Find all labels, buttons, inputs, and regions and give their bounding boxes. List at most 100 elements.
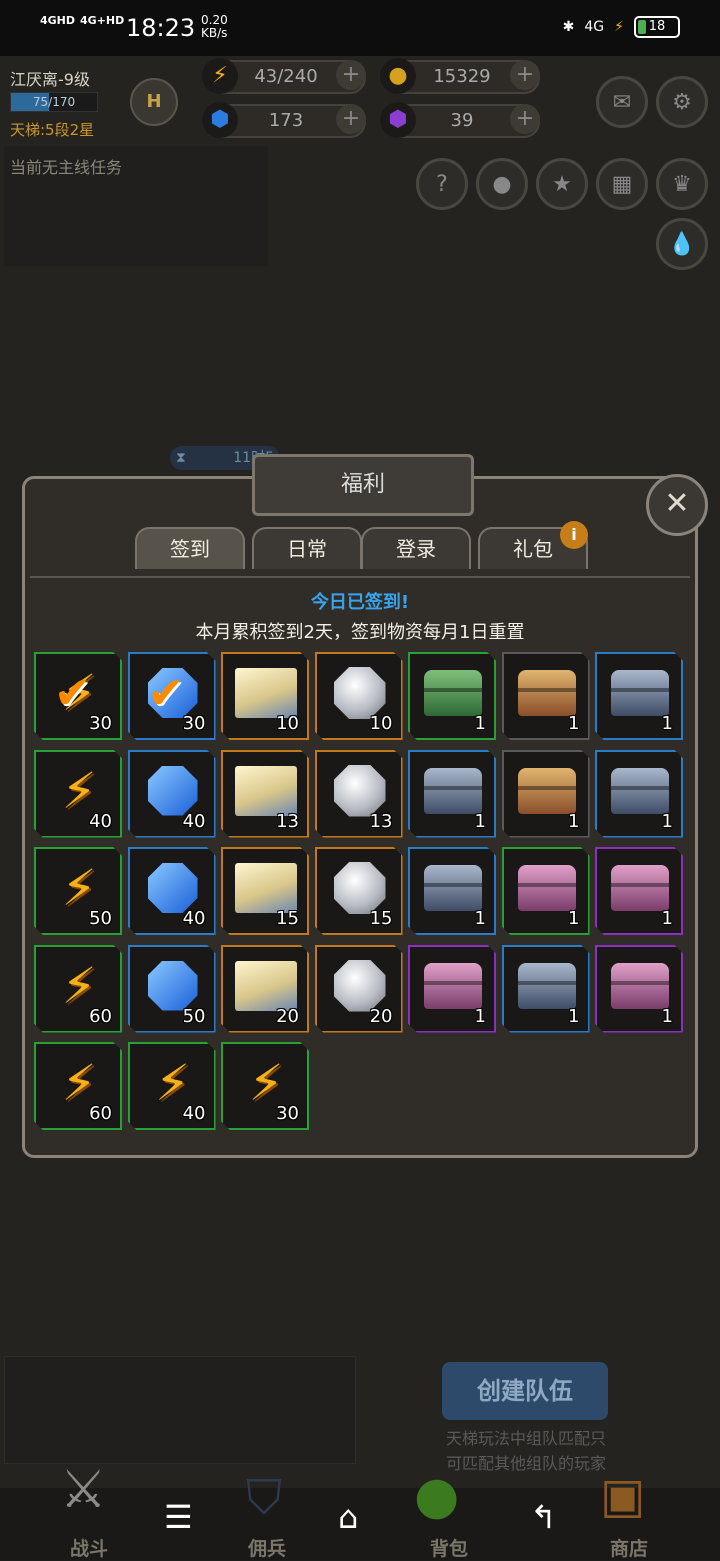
diamond-icon — [333, 764, 386, 817]
reward-quantity: 20 — [276, 1005, 299, 1027]
info-icon[interactable]: i — [560, 521, 588, 549]
chat-box[interactable] — [4, 1356, 356, 1464]
book-icon — [235, 668, 297, 718]
reward-cell[interactable]: 20 — [221, 944, 309, 1033]
chest-icon — [517, 670, 576, 716]
reward-cell[interactable]: 1 — [501, 847, 590, 935]
reward-cell[interactable]: 10 — [221, 652, 309, 740]
reward-cell[interactable]: 1 — [501, 749, 590, 838]
chest-icon — [517, 767, 576, 814]
add-energy-button[interactable]: + — [336, 60, 366, 90]
trophy-icon: ♛ — [672, 171, 692, 197]
reward-cell[interactable]: 40 — [127, 847, 216, 935]
purple-crystal-icon: ⬢ — [380, 102, 416, 138]
chest-icon — [611, 670, 669, 716]
reward-quantity: 1 — [661, 908, 673, 929]
reward-quantity: 50 — [182, 1005, 206, 1027]
gem-resource: ⬢ 173 + — [202, 102, 366, 138]
mail-button[interactable]: ✉ — [596, 76, 648, 128]
reward-quantity: 40 — [182, 1103, 206, 1124]
reward-cell[interactable]: 1 — [408, 944, 496, 1033]
profile-button[interactable]: ● — [476, 158, 528, 210]
reward-cell[interactable]: 1 — [408, 652, 496, 740]
mail-icon: ✉ — [612, 89, 632, 115]
calendar-button[interactable]: ▦ — [596, 158, 648, 210]
reward-cell[interactable]: 1 — [595, 847, 683, 935]
reward-quantity: 30 — [276, 1103, 299, 1124]
reward-cell[interactable]: 1 — [501, 944, 590, 1033]
trophy-button[interactable]: ♛ — [656, 158, 708, 210]
reward-quantity: 1 — [474, 810, 486, 832]
nav-backpack[interactable]: 背包 — [430, 1534, 468, 1561]
chest-icon — [517, 962, 576, 1009]
back-icon[interactable]: ↰ — [530, 1498, 557, 1536]
create-team-button[interactable]: 创建队伍 — [442, 1362, 608, 1420]
tab-login[interactable]: 登录 — [361, 527, 471, 569]
reward-cell[interactable]: ⚡ 30 — [221, 1042, 309, 1130]
gem-icon — [147, 960, 198, 1011]
reward-cell[interactable]: 50 — [127, 944, 216, 1033]
reward-cell[interactable]: 1 — [595, 944, 683, 1033]
nav-shop[interactable]: 商店 — [610, 1534, 648, 1561]
reward-cell[interactable]: 40 — [127, 749, 216, 838]
energy-icon: ⚡ — [202, 58, 238, 94]
add-gold-button[interactable]: + — [510, 60, 540, 90]
reward-cell[interactable]: 1 — [595, 652, 683, 740]
add-gem-button[interactable]: + — [336, 104, 366, 134]
reward-quantity: 30 — [182, 713, 206, 734]
tab-daily[interactable]: 日常 — [252, 527, 362, 569]
reward-cell[interactable]: 10 — [314, 652, 403, 740]
calendar-icon: ▦ — [611, 171, 633, 197]
energy-resource: ⚡ 43/240 + — [202, 58, 366, 94]
ladder-hint: 天梯玩法中组队匹配只 可匹配其他组队的玩家 — [445, 1429, 606, 1473]
reward-quantity: 40 — [182, 810, 206, 832]
reward-quantity: 1 — [474, 1005, 486, 1027]
reward-cell[interactable]: ⚡ 60 — [34, 944, 122, 1033]
reward-cell[interactable]: ✔ 30 — [127, 652, 216, 740]
settings-button[interactable]: ⚙ — [656, 76, 708, 128]
close-button[interactable]: ✕ — [646, 474, 708, 536]
reward-cell[interactable]: ⚡ 40 — [34, 749, 122, 838]
gear-icon: ⚙ — [672, 89, 692, 115]
favorites-button[interactable]: ★ — [536, 158, 588, 210]
claimed-check-icon: ✔ — [147, 668, 185, 719]
reward-cell[interactable]: 13 — [314, 749, 403, 838]
reward-quantity: 50 — [89, 908, 112, 929]
book-icon — [235, 960, 297, 1011]
reward-cell[interactable]: 20 — [314, 944, 403, 1033]
reward-cell[interactable]: ⚡ 40 — [127, 1042, 216, 1130]
home-icon[interactable]: ⌂ — [338, 1498, 358, 1536]
nav-battle[interactable]: 战斗 — [70, 1534, 108, 1561]
chest-icon — [424, 865, 482, 911]
reward-cell[interactable]: 1 — [501, 652, 590, 740]
reward-cell[interactable]: 1 — [408, 847, 496, 935]
clock: 18:23 — [126, 14, 196, 42]
status-bar: 4GHD 4G+HD 18:23 0.20 KB/s ✱ 4G ⚡ 18 — [0, 0, 720, 56]
reward-quantity: 20 — [369, 1005, 393, 1027]
reward-cell[interactable]: ⚡ ✔ 30 — [34, 652, 122, 740]
hourglass-icon: ⧗ — [176, 450, 186, 466]
reward-cell[interactable]: 1 — [595, 749, 683, 838]
shield-icon: ⛉ — [246, 1470, 283, 1526]
close-icon: ✕ — [664, 486, 690, 521]
reward-cell[interactable]: 1 — [408, 749, 496, 838]
network-indicator-2: 4G+HD — [80, 14, 125, 27]
reward-quantity: 10 — [369, 713, 393, 734]
drop-button[interactable]: 💧 — [656, 218, 708, 270]
panel-title: 福利 — [252, 454, 474, 516]
reward-cell[interactable]: 13 — [221, 749, 309, 838]
reward-quantity: 1 — [568, 713, 580, 734]
reward-quantity: 1 — [661, 1005, 673, 1027]
help-button[interactable]: ? — [416, 158, 468, 210]
chest-icon — [424, 767, 482, 814]
menu-icon[interactable]: ☰ — [164, 1498, 193, 1536]
reward-cell[interactable]: ⚡ 50 — [34, 847, 122, 935]
rank-badge[interactable]: H — [130, 78, 178, 126]
signed-today-message: 今日已签到! — [310, 592, 410, 613]
add-purple-button[interactable]: + — [510, 104, 540, 134]
tab-sign-in[interactable]: 签到 — [135, 527, 245, 569]
nav-mercenary[interactable]: 佣兵 — [248, 1534, 286, 1561]
reward-cell[interactable]: ⚡ 60 — [34, 1042, 122, 1130]
reward-cell[interactable]: 15 — [221, 847, 309, 935]
reward-cell[interactable]: 15 — [314, 847, 403, 935]
